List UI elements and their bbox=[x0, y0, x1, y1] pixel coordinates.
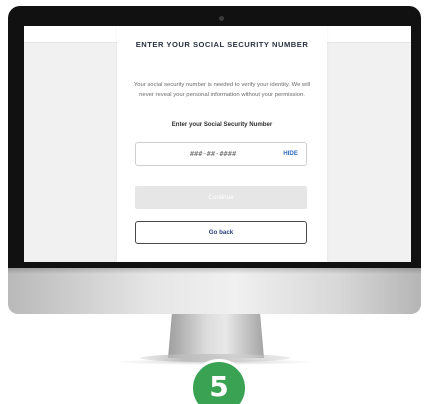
chin-shadow bbox=[8, 268, 421, 274]
camera-icon bbox=[219, 16, 224, 21]
ssn-form-panel: ENTER YOUR SOCIAL SECURITY NUMBER Your s… bbox=[117, 26, 327, 262]
continue-button[interactable]: Continue bbox=[135, 186, 307, 209]
hide-ssn-button[interactable]: HIDE bbox=[283, 150, 298, 157]
form-description: Your social security number is needed to… bbox=[133, 82, 311, 98]
step-number-badge: 5 bbox=[190, 359, 248, 404]
monitor-chin bbox=[8, 268, 421, 314]
monitor-screen: ENTER YOUR SOCIAL SECURITY NUMBER Your s… bbox=[24, 26, 411, 262]
marketing-illustration: ENTER YOUR SOCIAL SECURITY NUMBER Your s… bbox=[0, 0, 429, 404]
ssn-field-label: Enter your Social Security Number bbox=[171, 121, 273, 128]
monitor-stand-neck bbox=[168, 314, 264, 358]
ssn-field[interactable]: HIDE bbox=[135, 142, 307, 166]
page-title: ENTER YOUR SOCIAL SECURITY NUMBER bbox=[135, 40, 309, 49]
ssn-input[interactable] bbox=[136, 143, 276, 165]
go-back-button[interactable]: Go back bbox=[135, 221, 307, 244]
